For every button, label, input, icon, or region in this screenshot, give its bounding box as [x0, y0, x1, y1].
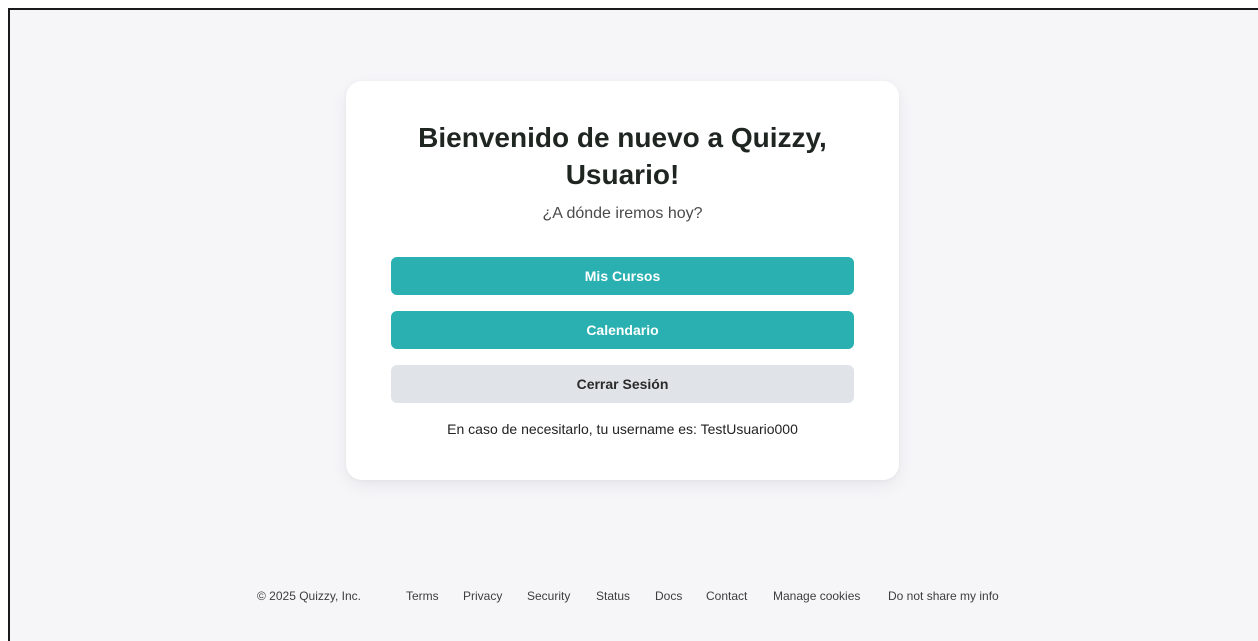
footer-link-contact[interactable]: Contact	[706, 589, 747, 603]
welcome-card: Bienvenido de nuevo a Quizzy, Usuario! ¿…	[346, 81, 899, 480]
footer-link-terms[interactable]: Terms	[406, 589, 439, 603]
logout-button[interactable]: Cerrar Sesión	[391, 365, 854, 403]
footer-copyright: © 2025 Quizzy, Inc.	[257, 589, 361, 603]
footer-link-privacy[interactable]: Privacy	[463, 589, 502, 603]
footer-link-security[interactable]: Security	[527, 589, 570, 603]
username-note: En caso de necesitarlo, tu username es: …	[447, 421, 798, 437]
footer-link-docs[interactable]: Docs	[655, 589, 682, 603]
footer-link-status[interactable]: Status	[596, 589, 630, 603]
my-courses-button[interactable]: Mis Cursos	[391, 257, 854, 295]
welcome-subtitle: ¿A dónde iremos hoy?	[542, 205, 703, 222]
welcome-title: Bienvenido de nuevo a Quizzy, Usuario!	[418, 122, 827, 190]
footer-link-manage-cookies[interactable]: Manage cookies	[773, 589, 860, 603]
footer-link-do-not-share[interactable]: Do not share my info	[888, 589, 999, 603]
calendar-button[interactable]: Calendario	[391, 311, 854, 349]
